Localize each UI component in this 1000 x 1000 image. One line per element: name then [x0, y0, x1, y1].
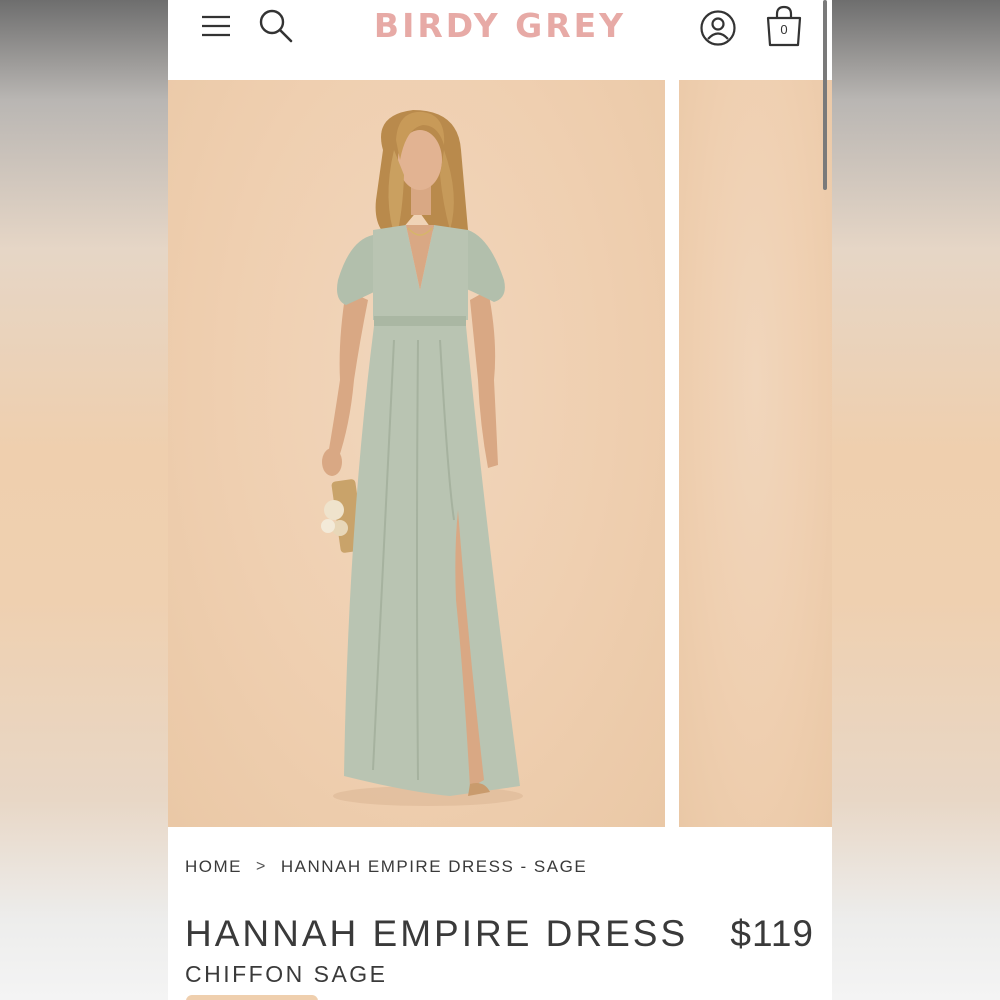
product-image-main[interactable] — [168, 80, 665, 827]
dress-photo — [321, 110, 523, 806]
color-swatch[interactable] — [186, 995, 318, 1000]
product-price: $119 — [730, 913, 814, 954]
breadcrumb: HOME > HANNAH EMPIRE DRESS - SAGE — [185, 857, 587, 877]
site-header: BIRDY GREY 0 — [168, 0, 832, 80]
bag-count: 0 — [780, 22, 788, 37]
breadcrumb-current[interactable]: HANNAH EMPIRE DRESS - SAGE — [281, 857, 587, 877]
breadcrumb-home-link[interactable]: HOME — [185, 857, 242, 877]
account-icon — [700, 10, 736, 46]
product-image-gallery[interactable] — [168, 80, 832, 827]
product-title: HANNAH EMPIRE DRESS — [185, 913, 689, 954]
phone-screen: BIRDY GREY 0 HOME > HANNAH EMPIRE DRESS … — [168, 0, 832, 1000]
product-image-next[interactable] — [679, 80, 832, 827]
scrollbar[interactable] — [823, 0, 827, 190]
product-info: HOME > HANNAH EMPIRE DRESS - SAGE HANNAH… — [168, 827, 832, 1000]
product-fabric-color: CHIFFON SAGE — [185, 961, 388, 987]
account-button[interactable] — [696, 6, 740, 50]
breadcrumb-separator: > — [256, 858, 267, 875]
shopping-bag-button[interactable]: 0 — [762, 2, 806, 50]
